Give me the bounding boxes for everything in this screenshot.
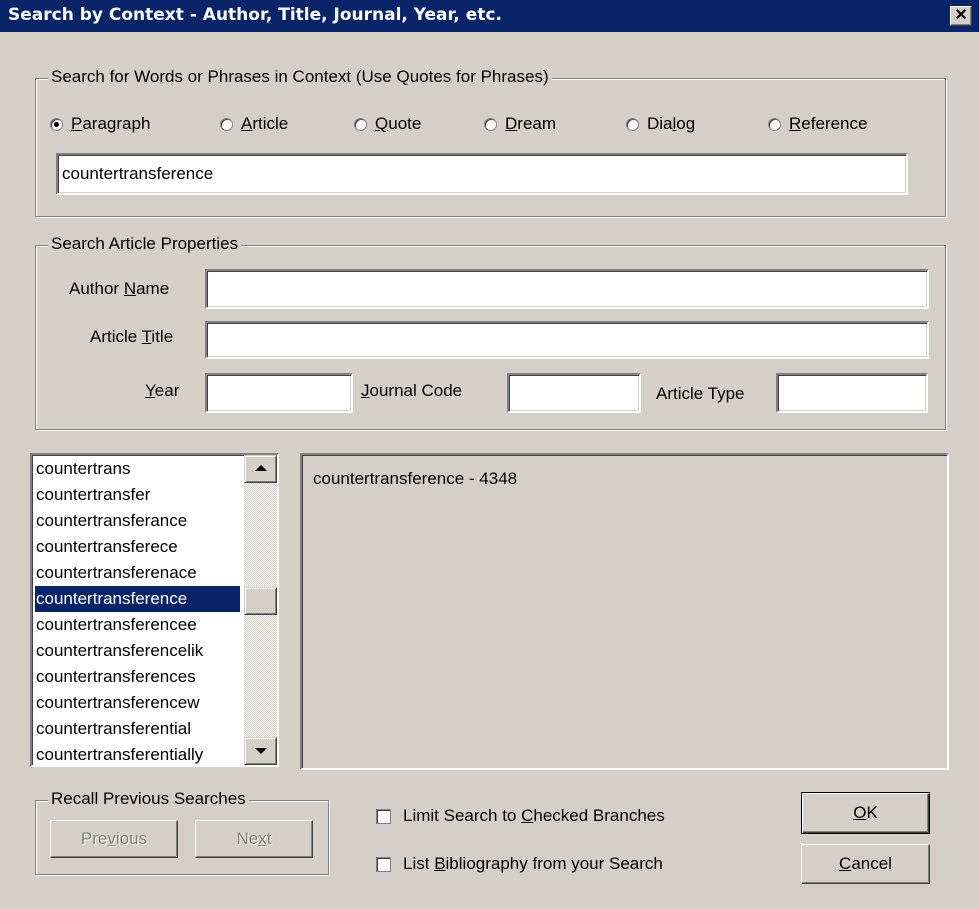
article-title-input[interactable] <box>205 321 929 359</box>
results-text: countertransference - 4348 <box>313 469 518 488</box>
recall-legend: Recall Previous Searches <box>48 789 249 809</box>
author-name-input[interactable] <box>205 269 929 309</box>
journal-code-label: Journal Code <box>361 381 463 400</box>
previous-button[interactable]: Previous <box>50 820 178 858</box>
article-type-input[interactable] <box>776 373 928 413</box>
list-item[interactable]: countertrans <box>35 456 242 482</box>
next-button[interactable]: Next <box>195 820 313 858</box>
year-label: Year <box>145 381 180 400</box>
context-search-group: Search for Words or Phrases in Context (… <box>35 67 946 217</box>
context-search-value: countertransference <box>62 164 214 183</box>
radio-dream-label: Dream <box>505 114 557 133</box>
radio-dream-circle[interactable] <box>484 117 497 131</box>
ok-button[interactable]: OK <box>801 792 930 834</box>
year-input[interactable] <box>205 373 353 413</box>
radio-dialog[interactable]: Dialog <box>626 114 695 134</box>
arrow-up-icon <box>255 465 267 471</box>
journal-code-input[interactable] <box>507 373 641 413</box>
radio-paragraph-circle[interactable] <box>50 117 63 131</box>
radio-reference-circle[interactable] <box>768 117 781 131</box>
limit-checkbox-box[interactable] <box>376 808 391 824</box>
list-item[interactable]: countertransferential <box>35 716 242 742</box>
list-item[interactable]: countertransfer <box>35 482 242 508</box>
article-title-label: Article Title <box>90 327 174 346</box>
results-pane: countertransference - 4348 <box>300 453 949 770</box>
radio-paragraph[interactable]: Paragraph <box>50 114 150 134</box>
list-item[interactable]: countertransferentially <box>35 742 242 765</box>
arrow-down-icon <box>255 748 267 754</box>
title-bar: Search by Context - Author, Title, Journ… <box>0 0 979 32</box>
radio-quote-label: Quote <box>375 114 422 133</box>
list-item[interactable]: countertransferencee <box>35 612 242 638</box>
close-icon: ✕ <box>954 7 968 24</box>
list-item[interactable]: countertransferece <box>35 534 242 560</box>
context-search-input[interactable]: countertransference <box>56 153 908 195</box>
word-list[interactable]: countertrans countertransfer countertran… <box>30 453 279 767</box>
limit-checked-branches-checkbox[interactable]: Limit Search to Checked Branches <box>376 806 665 826</box>
list-item[interactable]: countertransferenace <box>35 560 242 586</box>
radio-dialog-circle[interactable] <box>626 117 639 131</box>
list-item[interactable]: countertransferences <box>35 664 242 690</box>
radio-article[interactable]: Article <box>220 114 288 134</box>
scroll-thumb[interactable] <box>244 587 277 615</box>
radio-quote-circle[interactable] <box>354 117 367 131</box>
scroll-up-button[interactable] <box>244 455 277 483</box>
cancel-button[interactable]: Cancel <box>801 844 930 884</box>
list-item[interactable]: countertransferencelik <box>35 638 242 664</box>
radio-reference[interactable]: Reference <box>768 114 867 134</box>
radio-quote[interactable]: Quote <box>354 114 421 134</box>
radio-article-label: Article <box>241 114 289 133</box>
list-bibliography-checkbox[interactable]: List Bibliography from your Search <box>376 854 663 874</box>
bibliography-checkbox-label: List Bibliography from your Search <box>403 854 663 873</box>
context-search-legend: Search for Words or Phrases in Context (… <box>48 67 552 87</box>
author-name-label: Author Name <box>69 279 170 298</box>
radio-reference-label: Reference <box>789 114 868 133</box>
radio-dream[interactable]: Dream <box>484 114 556 134</box>
article-type-label: Article Type <box>656 384 745 403</box>
radio-article-circle[interactable] <box>220 117 233 131</box>
radio-dialog-label: Dialog <box>647 114 696 133</box>
list-item-selected[interactable]: countertransference <box>35 586 240 612</box>
window-title: Search by Context - Author, Title, Journ… <box>8 5 502 25</box>
radio-paragraph-label: Paragraph <box>71 114 151 133</box>
scroll-down-button[interactable] <box>244 737 277 765</box>
limit-checkbox-label: Limit Search to Checked Branches <box>403 806 665 825</box>
article-properties-legend: Search Article Properties <box>48 234 242 254</box>
list-item[interactable]: countertransferencew <box>35 690 242 716</box>
list-item[interactable]: countertransferance <box>35 508 242 534</box>
close-button[interactable]: ✕ <box>950 6 972 26</box>
bibliography-checkbox-box[interactable] <box>376 856 391 872</box>
